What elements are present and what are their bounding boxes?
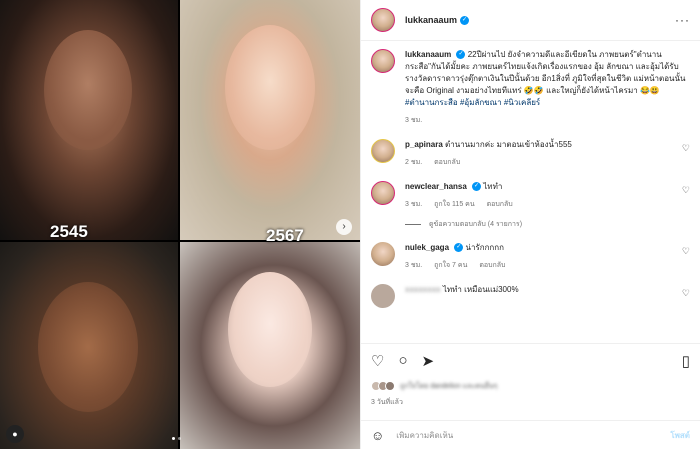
comment-username[interactable]: p_apinara	[405, 140, 443, 149]
comment-item: nulek_gaga ✓ น่ารักกกกก 3 ชม. ถูกใจ 7 คน…	[371, 242, 690, 272]
view-replies-button[interactable]: ดูข้อความตอบกลับ (4 รายการ)	[405, 219, 690, 230]
carousel-dot-active	[172, 437, 175, 440]
verified-badge-icon: ✓	[456, 50, 466, 60]
photo-top-left	[0, 0, 178, 240]
hashtag-link[interactable]: #ตำนานกระสือ	[405, 98, 458, 107]
reply-button[interactable]: ตอบกลับ	[487, 201, 513, 208]
replies-divider	[405, 224, 421, 225]
hashtag-link[interactable]: #นิวเคลียร์	[504, 98, 540, 107]
comments-scroll-area[interactable]: lukkanaaum ✓ 22ปีผ่านไป ยังจำความดีและอี…	[361, 41, 700, 343]
carousel-dots	[172, 437, 181, 440]
photo-bottom-left	[0, 242, 178, 449]
comment-like-icon[interactable]: ♡	[682, 143, 690, 154]
post-header: lukkanaaum ✓ ···	[361, 0, 700, 41]
comment-composer: ☺ โพสต์	[361, 420, 700, 449]
comment-like-count[interactable]: ถูกใจ 7 คน	[434, 262, 467, 269]
emoji-icon[interactable]: ☺	[371, 428, 384, 443]
comment-text: ไททำ	[483, 182, 503, 191]
reply-button[interactable]: ตอบกลับ	[434, 159, 460, 166]
caption: lukkanaaum ✓ 22ปีผ่านไป ยังจำความดีและอี…	[371, 49, 690, 127]
comment-input[interactable]	[396, 430, 671, 440]
post-media-carousel[interactable]: 2545 2567 › ●	[0, 0, 360, 449]
caption-username[interactable]: lukkanaaum	[405, 50, 451, 59]
commenter-avatar[interactable]	[371, 139, 395, 163]
comment-item: xxxxxxxx ไททำ เหมือนแม่300% ♡	[371, 284, 690, 308]
commenter-avatar[interactable]	[371, 284, 395, 308]
comment-text: ไททำ เหมือนแม่300%	[442, 285, 519, 294]
commenter-avatar[interactable]	[371, 181, 395, 205]
verified-badge-icon: ✓	[472, 182, 482, 192]
instagram-post-view: 2545 2567 › ● lukkanaaum ✓ ··· lukkanaau…	[0, 0, 700, 449]
post-side-panel: lukkanaaum ✓ ··· lukkanaaum ✓ 22ปีผ่านไป…	[360, 0, 700, 449]
carousel-dot	[178, 437, 181, 440]
more-options-icon[interactable]: ···	[675, 13, 690, 27]
comment-text: น่ารักกกกก	[465, 243, 504, 252]
year-label-left: 2545	[50, 222, 88, 241]
comment-time: 2 ชม.	[405, 159, 423, 166]
comment-like-count[interactable]: ถูกใจ 115 คน	[434, 201, 475, 208]
author-username[interactable]: lukkanaaum	[405, 15, 457, 25]
share-send-icon[interactable]: ➤	[422, 352, 435, 370]
likes-summary[interactable]: ถูกใจโดย dandelion และคนอื่นๆ	[371, 378, 690, 394]
hashtag-link[interactable]: #อุ้มลักขณา	[460, 98, 502, 107]
year-label-right: 2567	[266, 226, 304, 245]
post-comment-button[interactable]: โพสต์	[670, 429, 690, 442]
comment-username[interactable]: newclear_hansa	[405, 182, 467, 191]
post-actions-bar: ♡ ○ ➤ ▯	[361, 343, 700, 377]
comment-like-icon[interactable]: ♡	[682, 246, 690, 257]
comment-time: 3 ชม.	[405, 262, 423, 269]
comment-item: p_apinara ตำนานมากค่ะ มาตอนเข้าห้องน้ำ55…	[371, 139, 690, 169]
comment-item: newclear_hansa ✓ ไททำ 3 ชม. ถูกใจ 115 คน…	[371, 181, 690, 211]
tagged-users-icon[interactable]: ●	[6, 425, 24, 443]
reply-button[interactable]: ตอบกลับ	[479, 262, 505, 269]
comment-bubble-icon[interactable]: ○	[398, 352, 407, 369]
comment-like-icon[interactable]: ♡	[682, 288, 690, 299]
author-avatar[interactable]	[371, 8, 395, 32]
post-timestamp: 3 วันที่แล้ว	[371, 399, 403, 406]
like-heart-icon[interactable]: ♡	[371, 352, 384, 370]
comment-like-icon[interactable]: ♡	[682, 185, 690, 196]
liker-avatar	[385, 381, 395, 391]
comment-time: 3 ชม.	[405, 201, 423, 208]
caption-time: 3 ชม.	[405, 117, 423, 124]
verified-badge-icon: ✓	[454, 243, 464, 253]
view-replies-label: ดูข้อความตอบกลับ (4 รายการ)	[429, 221, 523, 228]
verified-badge-icon: ✓	[460, 15, 470, 25]
comment-username[interactable]: xxxxxxxx	[405, 285, 441, 294]
likes-text: ถูกใจโดย dandelion และคนอื่นๆ	[400, 382, 498, 390]
commenter-avatar[interactable]	[371, 242, 395, 266]
comment-username[interactable]: nulek_gaga	[405, 243, 449, 252]
caption-avatar[interactable]	[371, 49, 395, 73]
carousel-next-button[interactable]: ›	[336, 219, 352, 235]
bookmark-icon[interactable]: ▯	[682, 352, 690, 370]
photo-bottom-right	[180, 242, 360, 449]
photo-top-right	[180, 0, 360, 240]
comment-text: ตำนานมากค่ะ มาตอนเข้าห้องน้ำ555	[445, 140, 572, 149]
